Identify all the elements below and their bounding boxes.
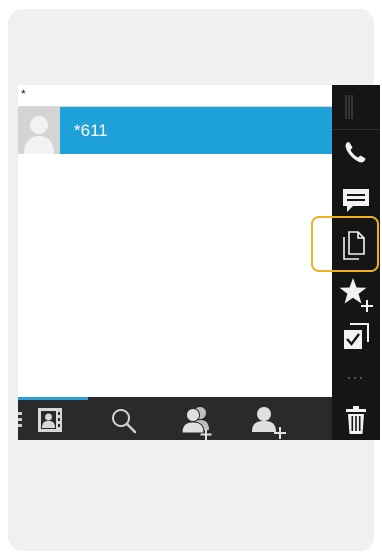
section-header: * [18, 85, 332, 107]
message-icon[interactable] [336, 183, 376, 217]
search-icon[interactable] [106, 403, 140, 437]
selected-tab-indicator [18, 397, 88, 400]
person-silhouette-icon [18, 107, 60, 154]
action-separator [332, 129, 380, 130]
phone-icon[interactable] [336, 135, 376, 169]
add-group-icon[interactable] [178, 403, 212, 440]
add-contact-icon[interactable] [250, 403, 286, 439]
select-items-icon[interactable] [336, 319, 376, 353]
contact-name: *611 [74, 121, 108, 140]
bottom-tab-bar [18, 397, 332, 440]
overflow-dots-icon[interactable] [336, 363, 376, 397]
highlighted-action-outline [311, 216, 379, 272]
section-header-label: * [21, 87, 26, 101]
add-favorite-icon[interactable] [336, 275, 376, 312]
contact-list: * *611 [18, 85, 332, 397]
trash-icon[interactable] [336, 403, 376, 437]
contacts-book-icon[interactable] [18, 403, 62, 437]
avatar [18, 107, 60, 154]
contact-row[interactable]: *611 [18, 107, 332, 154]
handle-grip-icon[interactable] [336, 89, 376, 123]
